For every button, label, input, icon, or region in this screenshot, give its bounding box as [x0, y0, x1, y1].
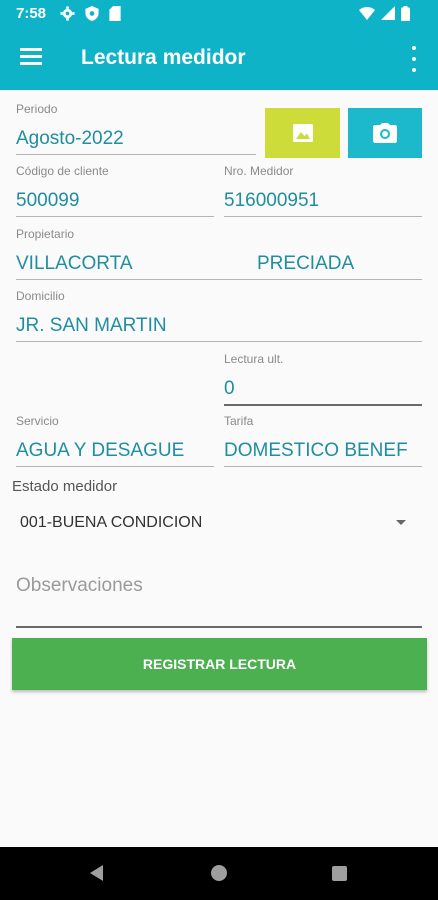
camera-button[interactable]	[348, 108, 422, 158]
lectura-ult-label: Lectura ult.	[224, 352, 284, 366]
wifi-icon	[359, 7, 375, 20]
camera-icon	[373, 123, 397, 143]
domicilio-field[interactable]: Domicilio JR. SAN MARTIN	[16, 289, 422, 343]
propietario-field[interactable]: Propietario VILLACORTA PRECIADA	[16, 227, 422, 281]
reading-form: Periodo Agosto-2022 Código de cliente 50…	[0, 90, 438, 847]
observaciones-input[interactable]: Observaciones	[16, 568, 422, 628]
nro-medidor-label: Nro. Medidor	[224, 164, 294, 178]
propietario-value-last: PRECIADA	[257, 253, 355, 274]
periodo-value: Agosto-2022	[16, 128, 124, 149]
estado-medidor-selected: 001-BUENA CONDICION	[20, 514, 203, 531]
signal-icon	[381, 6, 395, 20]
registrar-lectura-button[interactable]: REGISTRAR LECTURA	[12, 638, 427, 690]
sd-card-icon	[109, 6, 121, 21]
domicilio-value: JR. SAN MARTIN	[16, 315, 167, 336]
recents-icon[interactable]	[332, 866, 347, 881]
battery-icon	[401, 6, 410, 21]
estado-medidor-dropdown[interactable]: 001-BUENA CONDICION	[12, 502, 422, 544]
nro-medidor-value: 516000951	[224, 190, 320, 211]
servicio-label: Servicio	[16, 414, 59, 428]
codigo-cliente-value: 500099	[16, 190, 80, 211]
status-time: 7:58	[16, 5, 47, 22]
tarifa-label: Tarifa	[224, 414, 254, 428]
gear-icon	[60, 6, 75, 21]
periodo-field[interactable]: Periodo Agosto-2022	[16, 102, 256, 156]
nro-medidor-field[interactable]: Nro. Medidor 516000951	[224, 164, 422, 218]
tarifa-field[interactable]: Tarifa DOMESTICO BENEF	[224, 414, 422, 468]
propietario-value-first: VILLACORTA	[16, 253, 133, 274]
gallery-image-button[interactable]	[265, 108, 340, 158]
page-title: Lectura medidor	[81, 46, 246, 69]
tarifa-value: DOMESTICO BENEF	[224, 440, 408, 461]
status-system-icons	[359, 6, 410, 21]
status-bar: 7:58	[0, 0, 438, 28]
system-nav-bar	[0, 847, 438, 900]
observaciones-placeholder: Observaciones	[16, 575, 143, 596]
image-icon	[292, 124, 313, 142]
estado-medidor-label: Estado medidor	[12, 478, 118, 495]
back-icon[interactable]	[90, 865, 103, 881]
domicilio-label: Domicilio	[16, 289, 65, 303]
codigo-cliente-field[interactable]: Código de cliente 500099	[16, 164, 214, 218]
periodo-label: Periodo	[16, 102, 58, 116]
hamburger-menu-icon[interactable]	[14, 44, 48, 74]
more-options-icon[interactable]	[404, 46, 424, 72]
codigo-cliente-label: Código de cliente	[16, 164, 109, 178]
shield-icon	[85, 6, 99, 21]
app-bar: Lectura medidor	[0, 28, 438, 90]
lectura-ult-field[interactable]: Lectura ult. 0	[224, 352, 422, 406]
propietario-label: Propietario	[16, 227, 75, 241]
home-icon[interactable]	[211, 865, 227, 881]
servicio-value: AGUA Y DESAGUE	[16, 440, 185, 461]
servicio-field[interactable]: Servicio AGUA Y DESAGUE	[16, 414, 214, 468]
lectura-ult-value: 0	[224, 378, 235, 399]
status-notification-icons	[60, 6, 121, 21]
dropdown-arrow-icon	[396, 520, 406, 525]
